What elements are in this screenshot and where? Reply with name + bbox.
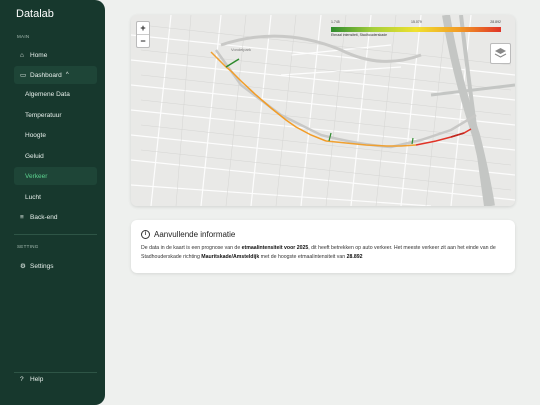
- list-icon: ≡: [20, 213, 24, 221]
- nav-backend-label: Back-end: [30, 213, 58, 221]
- info-icon: i: [141, 230, 150, 239]
- nav-item-lucht[interactable]: Lucht: [14, 188, 97, 206]
- nav-settings[interactable]: ⚙ Settings: [14, 257, 97, 275]
- sidebar: Datalab MAIN ⌂ Home ▭ Dashboard ^ Algeme…: [0, 0, 105, 405]
- traffic-map[interactable]: Vondelpark + − 1.745 15.079 28.892 Etmaa…: [131, 15, 515, 206]
- info-title: Aanvullende informatie: [154, 230, 236, 239]
- nav-item-hoogte[interactable]: Hoogte: [14, 126, 97, 144]
- info-card: i Aanvullende informatie De data in de k…: [131, 220, 515, 273]
- legend-caption: Etmaal intensiteit, Stadhouderskade: [331, 33, 388, 37]
- place-label: Vondelpark: [231, 47, 251, 52]
- gear-icon: ⚙: [20, 263, 26, 270]
- legend-max: 28.892: [490, 20, 501, 24]
- info-text-part: De data in de kaart is een prognose van …: [141, 245, 242, 251]
- info-bold-location: Mauritskade/Amsteldijk: [201, 254, 260, 260]
- zoom-control: + −: [136, 21, 150, 48]
- help-icon: ?: [20, 375, 24, 383]
- dashboard-icon: ▭: [20, 72, 27, 79]
- home-icon: ⌂: [20, 51, 24, 59]
- legend: 1.745 15.079 28.892 Etmaal intensiteit, …: [331, 20, 501, 40]
- chevron-up-icon: ^: [65, 72, 69, 78]
- legend-mid: 15.079: [411, 20, 422, 24]
- nav-dashboard-label: Dashboard: [30, 71, 62, 79]
- info-text-part: met de hoogste etmaalintensiteit van: [259, 254, 347, 260]
- nav-help[interactable]: ? Help: [14, 370, 97, 388]
- nav-item-temperatuur[interactable]: Temperatuur: [14, 106, 97, 124]
- info-bold-value: 28.892: [346, 254, 363, 260]
- legend-gradient: [331, 27, 501, 32]
- legend-min: 1.745: [331, 20, 340, 24]
- nav-help-label: Help: [30, 375, 44, 383]
- app-title: Datalab: [16, 8, 54, 20]
- layers-icon: [494, 48, 507, 58]
- section-label-setting: SETTING: [17, 244, 39, 249]
- zoom-in-button[interactable]: +: [137, 22, 149, 34]
- zoom-out-button[interactable]: −: [137, 34, 149, 47]
- info-bold-period: etmaalintensiteit voor 2025: [241, 245, 309, 251]
- info-heading: i Aanvullende informatie: [141, 230, 235, 239]
- nav-item-geluid[interactable]: Geluid: [14, 147, 97, 165]
- nav-dashboard[interactable]: ▭ Dashboard ^: [14, 66, 97, 84]
- nav-item-verkeer[interactable]: Verkeer: [14, 167, 97, 185]
- nav-backend[interactable]: ≡ Back-end: [14, 208, 97, 226]
- info-text: De data in de kaart is een prognose van …: [141, 244, 507, 262]
- nav-settings-label: Settings: [30, 262, 54, 270]
- sidebar-divider: [14, 234, 97, 235]
- nav-home-label: Home: [30, 51, 48, 59]
- nav-item-algemene-data[interactable]: Algemene Data: [14, 85, 97, 103]
- nav-home[interactable]: ⌂ Home: [14, 46, 97, 64]
- map-canvas[interactable]: Vondelpark: [131, 15, 515, 206]
- section-label-main: MAIN: [17, 34, 30, 39]
- layers-button[interactable]: [490, 43, 511, 64]
